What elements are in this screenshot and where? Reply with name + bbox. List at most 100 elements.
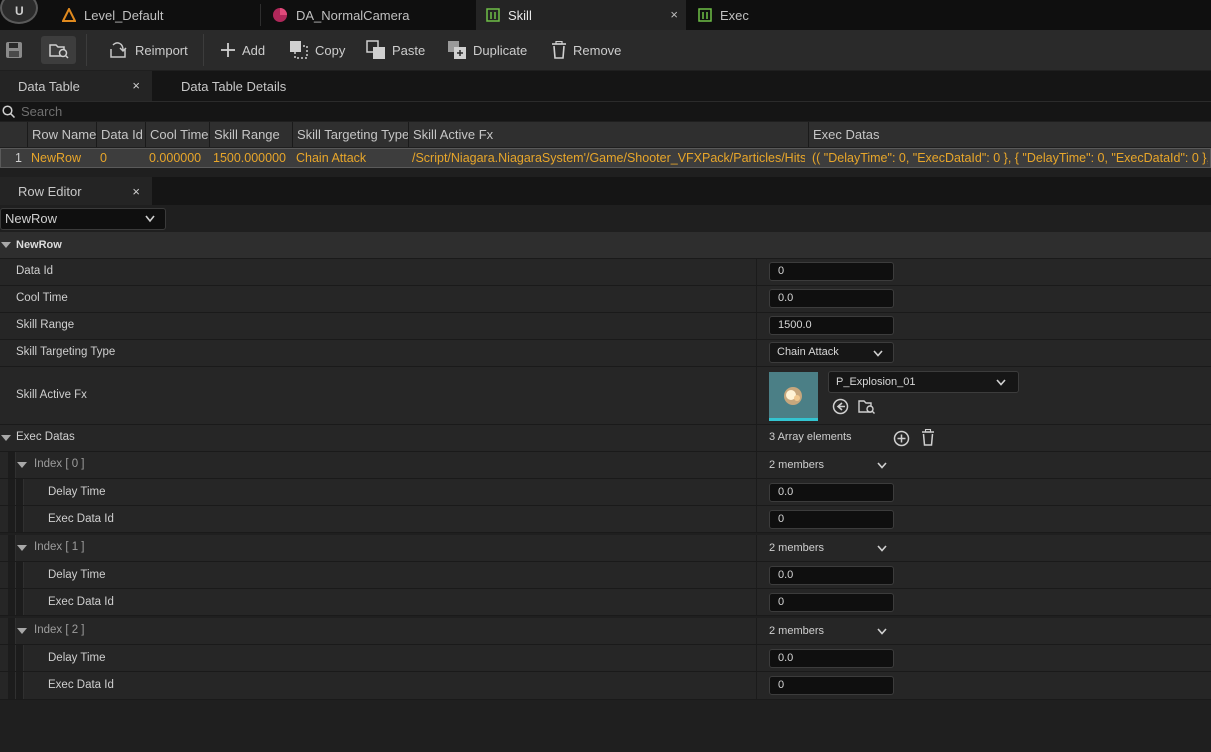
column-splitter[interactable]: [756, 589, 757, 615]
expand-arrow-icon[interactable]: [17, 462, 27, 468]
expand-arrow-icon[interactable]: [17, 545, 27, 551]
column-splitter[interactable]: [756, 535, 757, 561]
column-header-skill-active-fx[interactable]: Skill Active Fx: [408, 122, 809, 147]
expand-arrow-icon[interactable]: [17, 628, 27, 634]
delay-time-field[interactable]: 0.0: [769, 566, 894, 585]
column-splitter[interactable]: [756, 452, 757, 478]
column-splitter[interactable]: [756, 645, 757, 671]
array-index-0[interactable]: Index [ 0 ] 2 members: [0, 452, 1211, 479]
cell-exec-datas[interactable]: (( "DelayTime": 0, "ExecDataId": 0 }, { …: [808, 149, 1208, 167]
reimport-icon: [110, 42, 127, 58]
copy-button[interactable]: Copy: [289, 37, 345, 63]
exec-data-id-field[interactable]: 0: [769, 593, 894, 612]
skill-range-field[interactable]: 1500.0: [769, 316, 894, 335]
data-id-field[interactable]: 0: [769, 262, 894, 281]
expand-arrow-icon[interactable]: [1, 242, 11, 248]
category-newrow[interactable]: NewRow: [0, 232, 1211, 259]
cell-data-id[interactable]: 0: [96, 149, 146, 167]
remove-button[interactable]: Remove: [551, 37, 621, 63]
cell-skill-targeting-type[interactable]: Chain Attack: [292, 149, 409, 167]
add-button[interactable]: Add: [220, 37, 265, 63]
toolbar: Reimport Add Copy Paste Duplicate Remove: [0, 30, 1211, 70]
property-skill-active-fx: Skill Active Fx P_Explosion_01: [0, 367, 1211, 425]
browse-asset-icon[interactable]: [858, 398, 876, 415]
column-header-cool-time[interactable]: Cool Time: [145, 122, 209, 147]
column-splitter[interactable]: [756, 672, 757, 699]
cell-skill-active-fx[interactable]: /Script/Niagara.NiagaraSystem'/Game/Shoo…: [408, 149, 805, 167]
tab-label: Data Table Details: [181, 78, 287, 94]
tab-exec[interactable]: Exec: [688, 0, 888, 30]
indent-guide: [8, 562, 16, 588]
row-select-dropdown[interactable]: NewRow: [0, 208, 166, 230]
column-splitter[interactable]: [756, 367, 757, 424]
delay-time-field[interactable]: 0.0: [769, 483, 894, 502]
column-splitter[interactable]: [756, 286, 757, 312]
chevron-down-icon[interactable]: [877, 628, 887, 635]
asset-picker-dropdown[interactable]: P_Explosion_01: [828, 371, 1019, 393]
toolbar-divider: [86, 34, 87, 66]
column-splitter[interactable]: [756, 562, 757, 588]
reimport-button[interactable]: Reimport: [109, 37, 188, 63]
indent-guide: [8, 506, 16, 532]
tab-label: Row Editor: [18, 183, 82, 199]
column-splitter[interactable]: [756, 506, 757, 532]
close-icon[interactable]: ×: [132, 78, 140, 93]
exec-data-id-field[interactable]: 0: [769, 676, 894, 695]
index-label: Index [ 2 ]: [34, 624, 85, 636]
level-icon: [62, 8, 76, 22]
tab-level-default[interactable]: Level_Default: [52, 0, 252, 30]
indent-guide: [16, 562, 24, 588]
exec-data-id-field[interactable]: 0: [769, 510, 894, 529]
column-splitter[interactable]: [756, 425, 757, 451]
column-header-skill-range[interactable]: Skill Range: [209, 122, 293, 147]
column-header-data-id[interactable]: Data Id: [96, 122, 146, 147]
cell-cool-time[interactable]: 0.000000: [145, 149, 209, 167]
delay-time-field[interactable]: 0.0: [769, 649, 894, 668]
chevron-down-icon[interactable]: [877, 545, 887, 552]
chevron-down-icon: [145, 215, 155, 223]
column-splitter[interactable]: [756, 340, 757, 366]
array-index-1[interactable]: Index [ 1 ] 2 members: [0, 535, 1211, 562]
column-splitter[interactable]: [756, 259, 757, 285]
tab-da-normal-camera[interactable]: DA_NormalCamera: [262, 0, 476, 30]
array-index-2[interactable]: Index [ 2 ] 2 members: [0, 618, 1211, 645]
property-skill-range: Skill Range 1500.0: [0, 313, 1211, 340]
trash-icon[interactable]: [921, 429, 935, 446]
table-row[interactable]: 1 NewRow 0 0.000000 1500.000000 Chain At…: [0, 148, 1211, 168]
close-icon[interactable]: ×: [132, 184, 140, 199]
duplicate-button[interactable]: Duplicate: [447, 37, 527, 63]
cell-skill-range[interactable]: 1500.000000: [209, 149, 293, 167]
tab-row-editor[interactable]: Row Editor ×: [0, 177, 152, 205]
column-header-row-name[interactable]: Row Name: [27, 122, 97, 147]
cool-time-field[interactable]: 0.0: [769, 289, 894, 308]
save-button[interactable]: [5, 37, 23, 63]
unreal-logo-icon[interactable]: U: [0, 0, 38, 24]
close-icon[interactable]: ×: [670, 7, 678, 22]
duplicate-icon: [448, 41, 466, 59]
asset-thumbnail[interactable]: [769, 372, 818, 421]
column-splitter[interactable]: [756, 618, 757, 644]
targeting-type-value: Chain Attack: [777, 346, 839, 358]
column-splitter[interactable]: [756, 479, 757, 505]
targeting-type-dropdown[interactable]: Chain Attack: [769, 342, 894, 363]
tab-data-table-details[interactable]: Data Table Details: [163, 71, 313, 101]
search-input[interactable]: Search: [0, 101, 1211, 121]
use-selected-asset-icon[interactable]: [832, 398, 849, 415]
property-label: Skill Targeting Type: [16, 346, 116, 358]
tab-data-table[interactable]: Data Table ×: [0, 71, 152, 101]
expand-arrow-icon[interactable]: [1, 435, 11, 441]
property-exec-datas[interactable]: Exec Datas 3 Array elements: [0, 425, 1211, 452]
tab-skill[interactable]: Skill ×: [476, 0, 686, 30]
toolbar-divider: [203, 34, 204, 66]
cell-row-name[interactable]: NewRow: [27, 149, 97, 167]
paste-button[interactable]: Paste: [366, 37, 425, 63]
indent-guide: [16, 672, 24, 699]
column-header-exec-datas[interactable]: Exec Datas: [808, 122, 1211, 147]
browse-button[interactable]: [41, 36, 76, 64]
remove-label: Remove: [573, 42, 622, 58]
column-header-skill-targeting-type[interactable]: Skill Targeting Type: [292, 122, 409, 147]
chevron-down-icon[interactable]: [877, 462, 887, 469]
property-label: Delay Time: [48, 652, 106, 664]
column-splitter[interactable]: [756, 313, 757, 339]
add-element-icon[interactable]: [893, 430, 910, 447]
